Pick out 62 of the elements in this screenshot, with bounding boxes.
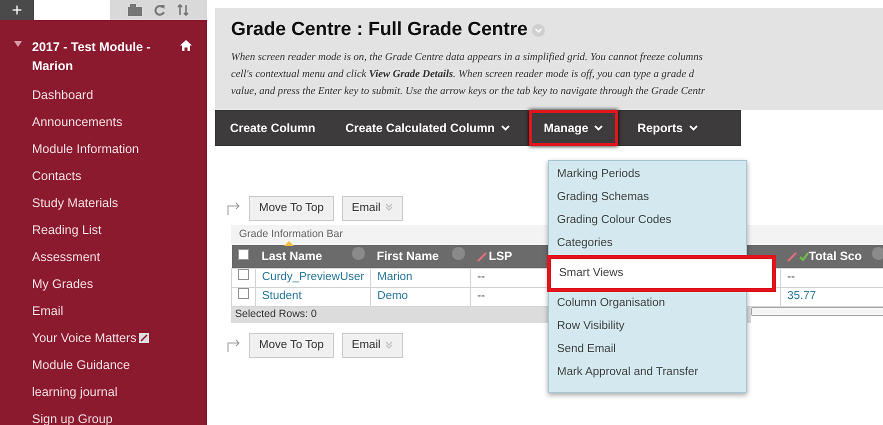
chevron-icon <box>384 203 393 212</box>
home-icon[interactable] <box>180 40 192 51</box>
sidebar-item[interactable]: Email <box>0 298 207 324</box>
refresh-icon[interactable] <box>154 4 165 16</box>
column-header[interactable]: LSP <box>488 249 512 264</box>
page-title: Grade Centre : Full Grade Centre <box>231 18 528 42</box>
description-text: value, and press the Enter key to submit. Use the arrow keys or the tab key to navigate through the Grade Centr <box>231 84 706 98</box>
sidebar-item[interactable]: learning journal <box>0 378 207 406</box>
menu-icon[interactable] <box>452 247 465 260</box>
table-cell: -- <box>787 271 795 284</box>
scrollbar[interactable] <box>751 307 883 316</box>
menu-icon[interactable] <box>872 247 883 260</box>
sidebar-item[interactable]: My Grades <box>0 270 207 298</box>
search-field[interactable] <box>34 0 110 20</box>
sidebar-item[interactable]: Reading List <box>0 216 207 244</box>
email-button[interactable]: Email <box>342 196 403 221</box>
email-button[interactable]: Email <box>342 332 403 358</box>
slash-icon <box>476 252 487 262</box>
sidebar-item[interactable]: Assessment <box>0 244 207 270</box>
menu-item[interactable]: Smart Views <box>551 259 772 288</box>
menu-item[interactable]: Marking Periods <box>549 163 746 186</box>
external-link-icon <box>139 332 150 342</box>
row-checkbox[interactable] <box>238 288 249 300</box>
sidebar-item[interactable]: Module Information <box>0 136 207 162</box>
move-to-top-button[interactable]: Move To Top <box>249 196 334 221</box>
table-cell: 35.77 <box>787 290 816 302</box>
caret-icon <box>500 124 510 130</box>
menu-item[interactable]: Send Email <box>549 338 746 361</box>
caret-icon <box>594 124 604 130</box>
arrow-icon <box>227 201 241 216</box>
caret-icon[interactable] <box>14 41 22 47</box>
sidebar-item[interactable]: Dashboard <box>0 82 207 108</box>
add-button[interactable]: + <box>0 0 34 20</box>
folder-icon[interactable] <box>128 4 142 16</box>
chevron-icon <box>384 340 393 349</box>
sidebar-item[interactable]: Module Guidance <box>0 352 207 378</box>
arrow-icon <box>227 338 241 352</box>
sidebar-item[interactable]: Announcements <box>0 108 207 136</box>
row-checkbox[interactable] <box>238 269 249 280</box>
action-button[interactable]: Manage <box>528 110 618 146</box>
sidebar-item[interactable]: Your Voice Matters <box>0 324 207 352</box>
check-icon <box>798 252 809 262</box>
move-to-top-button[interactable]: Move To Top <box>249 332 334 358</box>
menu-item[interactable]: Grading Schemas <box>549 186 746 209</box>
action-button[interactable]: Create Calculated Column <box>330 110 525 146</box>
table-cell: -- <box>477 271 485 284</box>
table-cell: -- <box>477 290 485 302</box>
menu-item[interactable]: Mark Approval and Transfer <box>549 361 746 384</box>
select-all-checkbox[interactable] <box>238 249 248 260</box>
description-text: cell's contextual menu and click View Grade Details. When screen reader mode is off, you can type a grade d <box>231 68 696 82</box>
chevron-icon[interactable] <box>532 24 545 37</box>
action-button[interactable]: Reports <box>622 110 713 146</box>
caret-icon <box>688 124 698 130</box>
sidebar-item[interactable]: Sign up Group <box>0 406 207 425</box>
description-text: When screen reader mode is on, the Grade Centre data appears in a simplified grid. You cannot freeze columns <box>231 50 704 64</box>
course-title[interactable]: 2017 - Test Module - Marion <box>32 38 152 76</box>
menu-icon[interactable] <box>352 247 365 260</box>
sort-icon[interactable] <box>177 4 189 16</box>
sidebar-item[interactable]: Study Materials <box>0 190 207 216</box>
slash-icon <box>786 252 797 262</box>
action-button[interactable]: Create Column <box>215 110 330 146</box>
sidebar-item[interactable]: Contacts <box>0 162 207 190</box>
